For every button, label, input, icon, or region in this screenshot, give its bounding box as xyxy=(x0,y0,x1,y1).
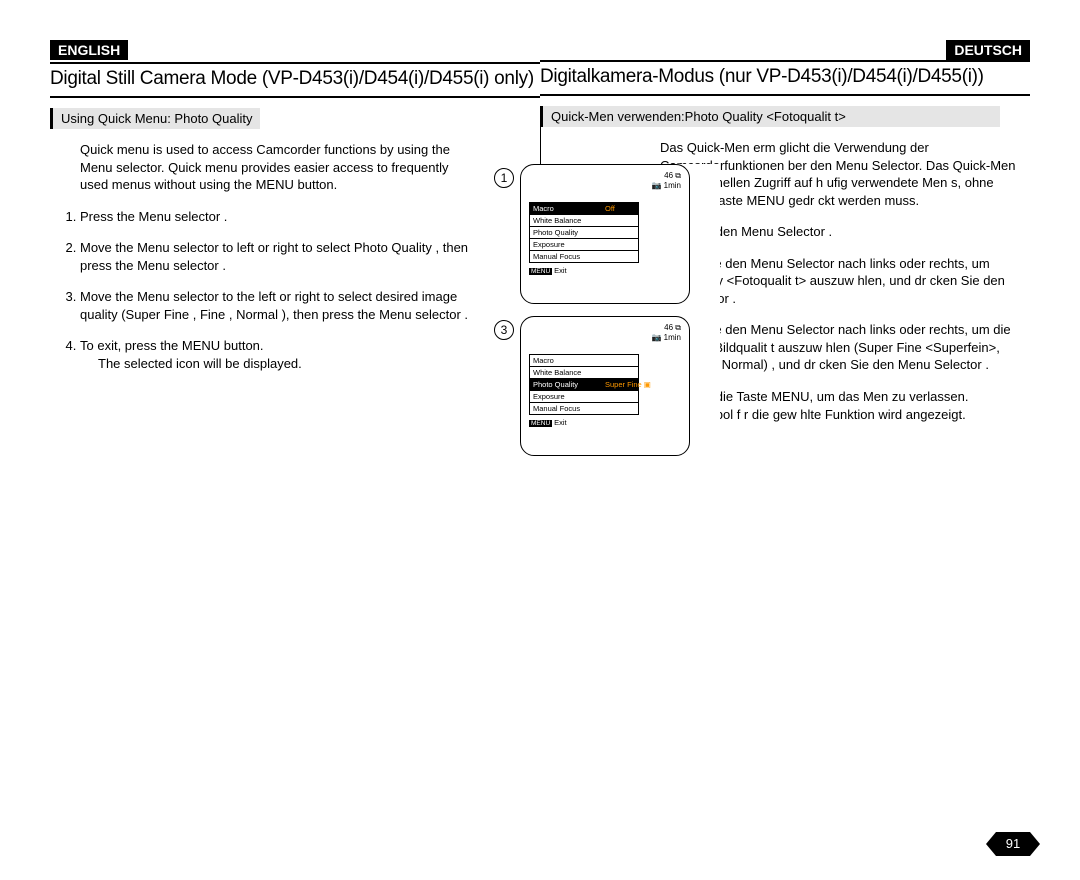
page-title-deutsch: Digitalkamera-Modus (nur VP-D453(i)/D454… xyxy=(540,66,984,87)
menu-exit: MENUExit xyxy=(529,266,681,275)
menu-item: Exposure xyxy=(529,391,639,403)
menu-item: Exposure xyxy=(529,239,639,251)
figure-number-icon: 1 xyxy=(494,168,514,188)
intro-text-english: Quick menu is used to access Camcorder f… xyxy=(80,141,540,194)
quick-menu: Macro Off White Balance Photo Quality Ex… xyxy=(529,202,639,263)
section-heading-deutsch: Quick-Men verwenden:Photo Quality <Fotoq… xyxy=(540,106,1000,127)
lang-tag-english: ENGLISH xyxy=(50,40,128,60)
lcd-status: 46 ⧉ 📷 1min xyxy=(529,171,681,192)
menu-item-selected: Macro Off xyxy=(529,202,639,215)
section-heading-english: Using Quick Menu: Photo Quality xyxy=(50,108,260,129)
step-item: Press the Menu selector . xyxy=(80,208,470,226)
lcd-screen: 46 ⧉ 📷 1min Macro Off White Balance Phot… xyxy=(520,164,690,304)
menu-item-selected: Photo Quality Super Fine ▣ xyxy=(529,379,639,391)
step-item: Move the Menu selector to the left or ri… xyxy=(80,288,470,323)
menu-item: White Balance xyxy=(529,215,639,227)
menu-item: Manual Focus xyxy=(529,251,639,263)
page-number: 91 xyxy=(996,832,1030,856)
menu-exit: MENUExit xyxy=(529,418,681,427)
page-title-english: Digital Still Camera Mode (VP-D453(i)/D4… xyxy=(50,68,534,89)
menu-item: Photo Quality xyxy=(529,227,639,239)
step-item: To exit, press the MENU button. The sele… xyxy=(80,337,470,372)
menu-item: Manual Focus xyxy=(529,403,639,415)
figure-1: 1 46 ⧉ 📷 1min Macro Off White Balance Ph… xyxy=(520,164,720,304)
lcd-figures: 1 46 ⧉ 📷 1min Macro Off White Balance Ph… xyxy=(520,164,720,468)
quick-menu: Macro White Balance Photo Quality Super … xyxy=(529,354,639,415)
lang-tag-deutsch: DEUTSCH xyxy=(946,40,1030,60)
step-note: The selected icon will be displayed. xyxy=(98,355,470,373)
title-row-right: Digitalkamera-Modus (nur VP-D453(i)/D454… xyxy=(540,60,1030,96)
steps-list-english: Press the Menu selector . Move the Menu … xyxy=(50,208,540,373)
lcd-screen: 46 ⧉ 📷 1min Macro White Balance Photo Qu… xyxy=(520,316,690,456)
menu-item: White Balance xyxy=(529,367,639,379)
figure-3: 3 46 ⧉ 📷 1min Macro White Balance Photo … xyxy=(520,316,720,456)
menu-item: Macro xyxy=(529,354,639,367)
step-item: Move the Menu selector to left or right … xyxy=(80,239,470,274)
figure-number-icon: 3 xyxy=(494,320,514,340)
lcd-status: 46 ⧉ 📷 1min xyxy=(529,323,681,344)
english-column: ENGLISH Digital Still Camera Mode (VP-D4… xyxy=(50,40,540,437)
title-row-left: Digital Still Camera Mode (VP-D453(i)/D4… xyxy=(50,62,540,98)
